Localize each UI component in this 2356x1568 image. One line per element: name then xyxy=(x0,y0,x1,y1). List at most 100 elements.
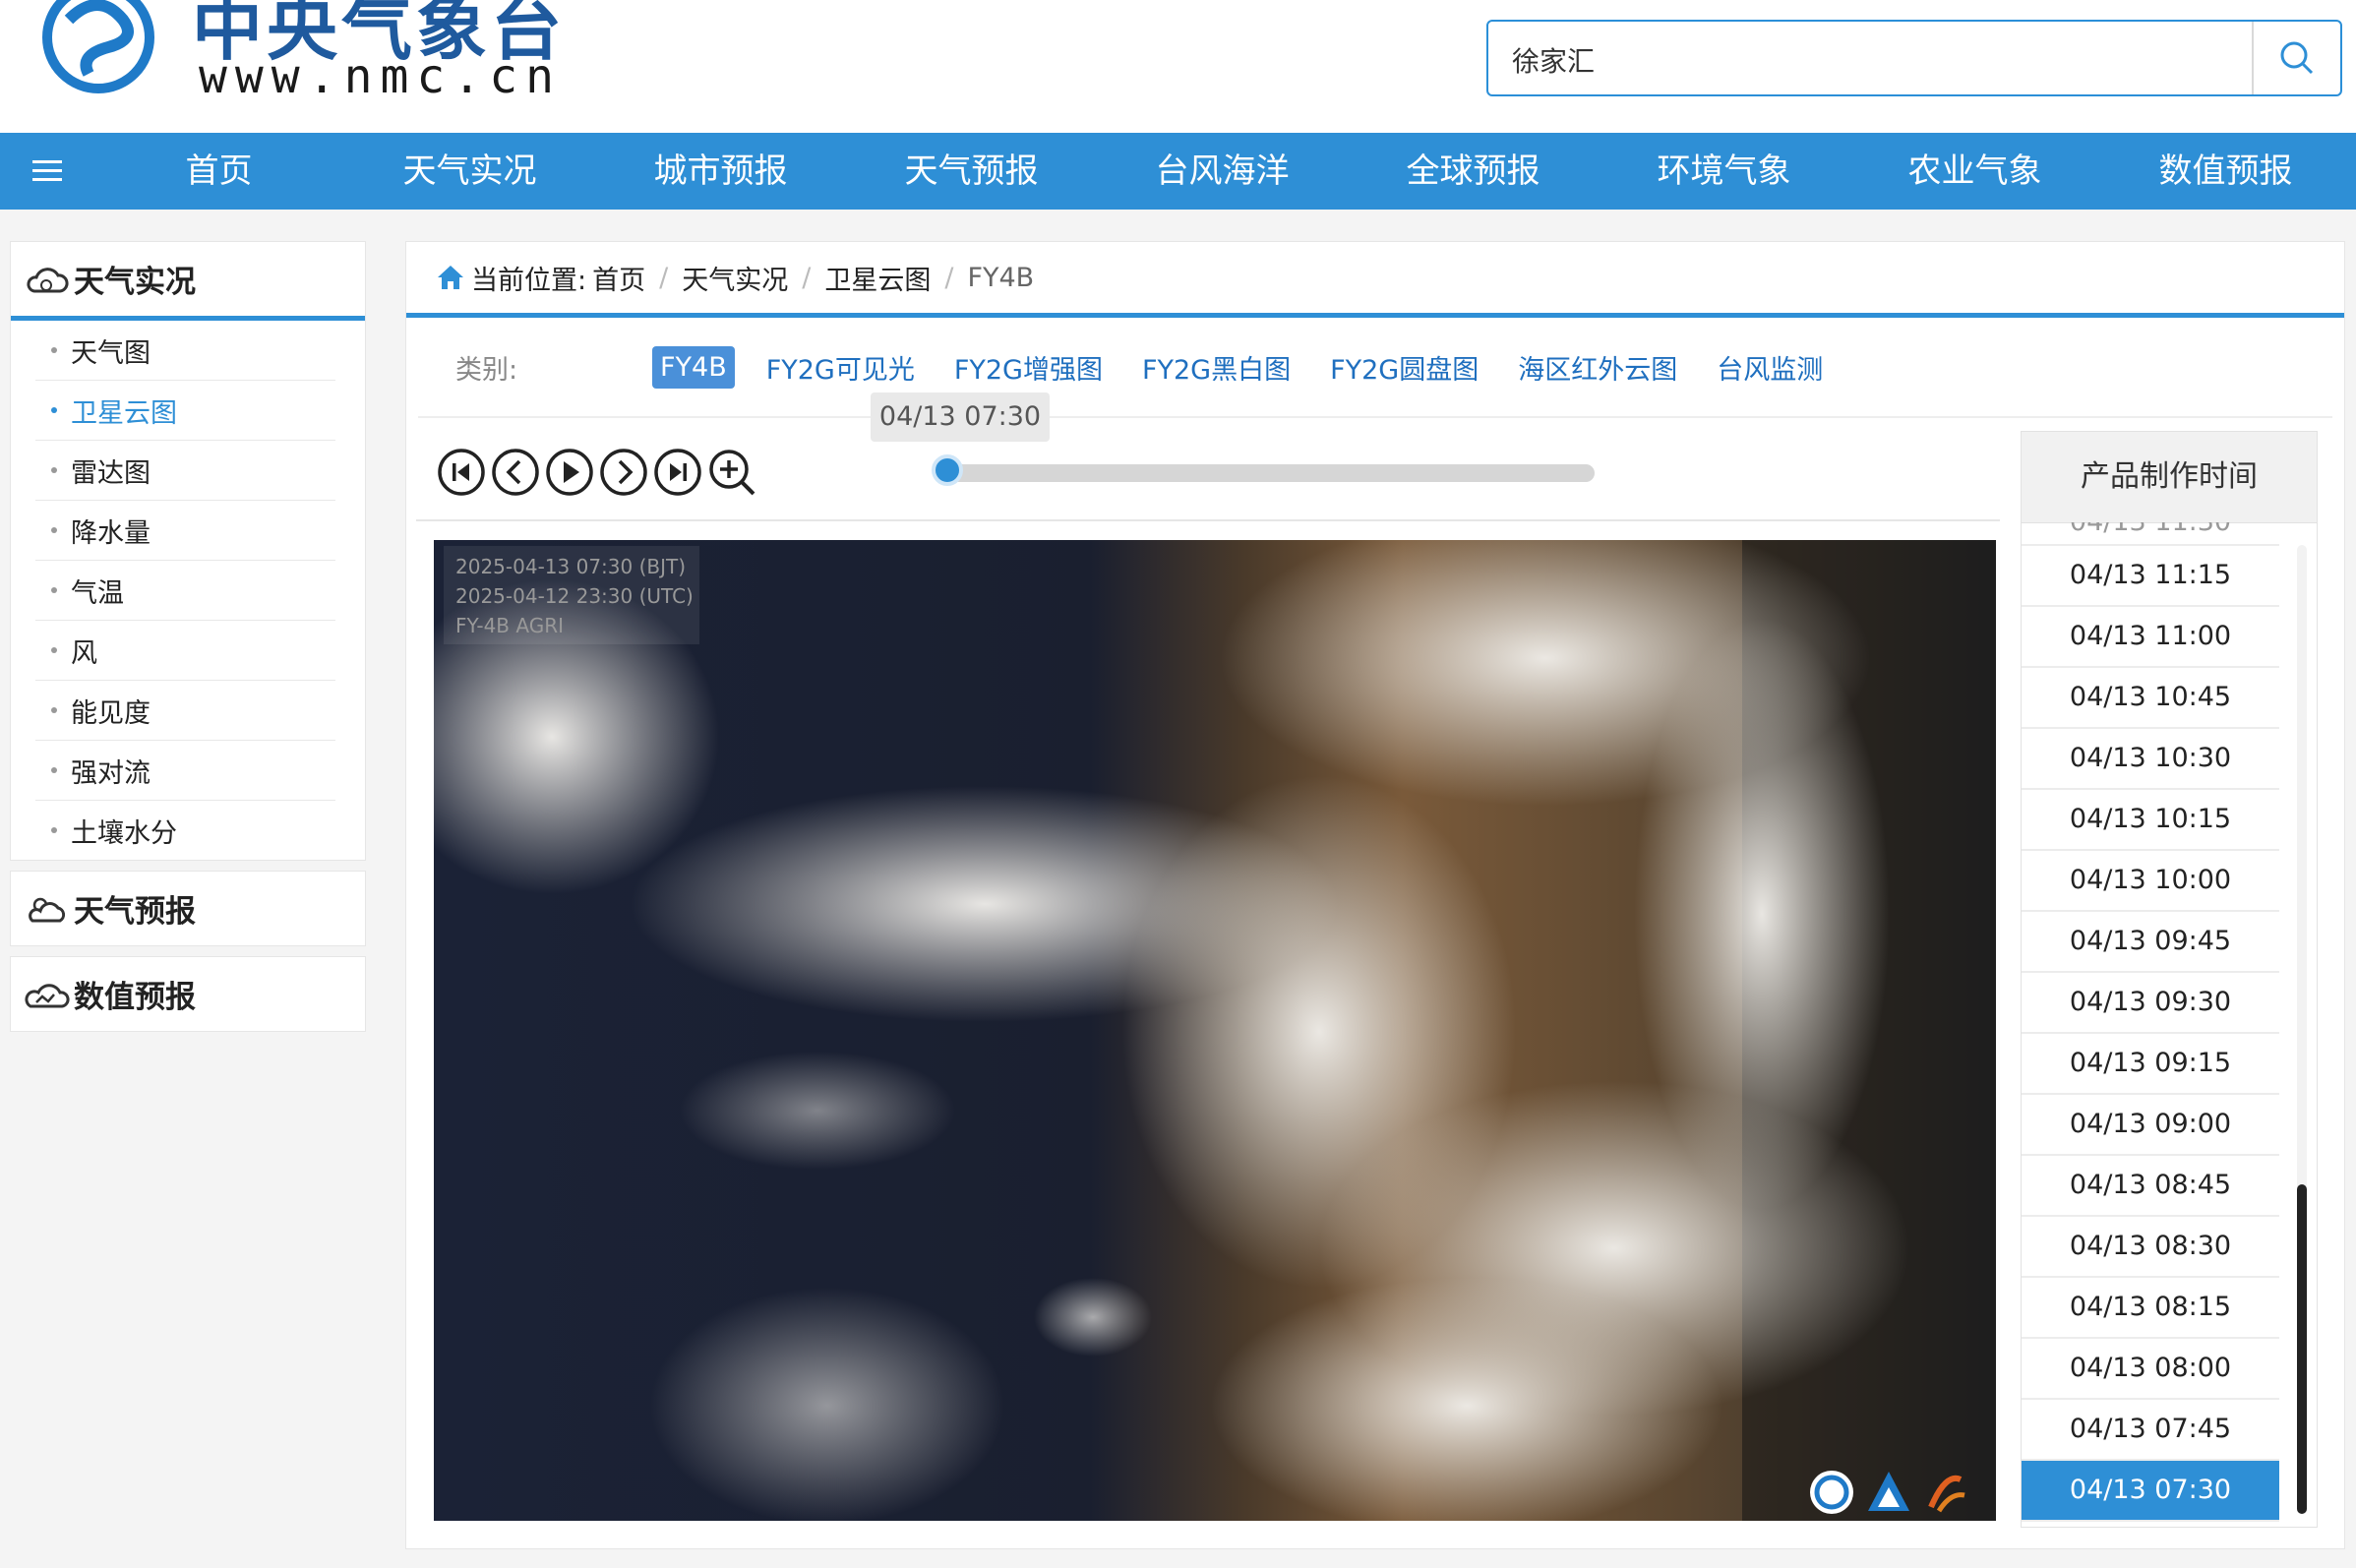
sidebar-section-numeric-header[interactable]: 数值预报 xyxy=(11,957,365,1031)
sidebar-item-convection[interactable]: 强对流 xyxy=(35,741,335,801)
product-time-list: 产品制作时间 04/13 11:30 04/13 11:15 04/13 11:… xyxy=(2021,431,2318,1528)
breadcrumb-separator: / xyxy=(659,262,669,293)
timeline-slider-handle[interactable] xyxy=(932,454,963,486)
bullet-icon xyxy=(51,347,57,353)
category-fy2g-disk[interactable]: FY2G圆盘图 xyxy=(1322,342,1486,392)
time-list-item[interactable]: 04/13 09:15 xyxy=(2022,1034,2279,1095)
nav-home[interactable]: 首页 xyxy=(93,133,344,210)
satellite-cloud-image[interactable] xyxy=(434,540,1996,1521)
image-logos xyxy=(1807,1468,1970,1517)
breadcrumb-home[interactable]: 首页 xyxy=(592,259,645,297)
sidebar-item-soil-moisture[interactable]: 土壤水分 xyxy=(35,801,335,860)
sidebar-section-forecast-header[interactable]: 天气预报 xyxy=(11,872,365,945)
first-frame-icon[interactable] xyxy=(436,447,487,498)
nav-city-forecast[interactable]: 城市预报 xyxy=(595,133,846,210)
search-input[interactable] xyxy=(1510,37,2242,83)
nav-typhoon-ocean[interactable]: 台风海洋 xyxy=(1097,133,1348,210)
sidebar-item-wind[interactable]: 风 xyxy=(35,621,335,681)
image-stamp-source: FY-4B AGRI xyxy=(455,614,564,637)
cma-logo-icon[interactable] xyxy=(30,0,167,98)
search-box xyxy=(1486,20,2342,96)
time-list: 04/13 11:30 04/13 11:15 04/13 11:00 04/1… xyxy=(2022,522,2279,1522)
sidebar-section-numeric[interactable]: 数值预报 xyxy=(10,956,366,1032)
time-list-item[interactable]: 04/13 09:00 xyxy=(2022,1095,2279,1156)
zoom-in-icon[interactable] xyxy=(706,447,757,498)
play-icon[interactable] xyxy=(544,447,595,498)
bullet-icon xyxy=(51,707,57,713)
time-list-item[interactable]: 04/13 11:30 xyxy=(2022,522,2279,546)
sidebar-section-forecast-title: 天气预报 xyxy=(74,894,196,930)
time-list-header: 产品制作时间 xyxy=(2022,432,2317,523)
category-bar: 类别: FY4B FY2G可见光 FY2G增强图 FY2G黑白图 FY2G圆盘图… xyxy=(418,318,2332,418)
prev-frame-icon[interactable] xyxy=(490,447,541,498)
breadcrumb-separator: / xyxy=(802,262,812,293)
time-list-item[interactable]: 04/13 09:45 xyxy=(2022,912,2279,973)
time-list-scrollbar[interactable] xyxy=(2297,545,2307,1514)
sidebar-item-label: 土壤水分 xyxy=(71,817,177,849)
sun-cloud-icon xyxy=(29,897,66,922)
time-list-item[interactable]: 04/13 10:30 xyxy=(2022,729,2279,790)
sidebar-item-visibility[interactable]: 能见度 xyxy=(35,681,335,741)
nav-numeric-forecast[interactable]: 数值预报 xyxy=(2100,133,2351,210)
sidebar-item-label: 降水量 xyxy=(71,517,151,549)
breadcrumb-prefix: 当前位置: xyxy=(471,265,587,296)
sidebar-section-forecast[interactable]: 天气预报 xyxy=(10,871,366,946)
sidebar-item-temperature[interactable]: 气温 xyxy=(35,561,335,621)
player-controls xyxy=(436,447,760,498)
time-list-item[interactable]: 04/13 10:00 xyxy=(2022,851,2279,912)
sidebar-item-label: 风 xyxy=(71,637,97,669)
time-list-item[interactable]: 04/13 08:00 xyxy=(2022,1339,2279,1400)
category-fy4b[interactable]: FY4B xyxy=(652,345,735,389)
bullet-icon xyxy=(51,827,57,833)
sidebar-item-label: 天气图 xyxy=(71,337,151,369)
time-list-item[interactable]: 04/13 07:45 xyxy=(2022,1400,2279,1461)
menu-button[interactable] xyxy=(0,133,93,210)
satellite-center-emblem-icon xyxy=(1868,1472,1909,1511)
cloud-icon xyxy=(27,267,69,292)
breadcrumb-separator: / xyxy=(944,262,954,293)
category-sea-infrared[interactable]: 海区红外云图 xyxy=(1510,342,1685,392)
search-icon xyxy=(2280,41,2314,75)
sidebar-section-live-title: 天气实况 xyxy=(74,265,196,300)
time-list-item[interactable]: 04/13 10:45 xyxy=(2022,668,2279,729)
cma-emblem-icon xyxy=(1810,1471,1853,1514)
sidebar-item-precipitation[interactable]: 降水量 xyxy=(35,501,335,561)
nav-weather-forecast[interactable]: 天气预报 xyxy=(846,133,1097,210)
time-list-item[interactable]: 04/13 08:30 xyxy=(2022,1217,2279,1278)
last-frame-icon[interactable] xyxy=(652,447,703,498)
nav-environment[interactable]: 环境气象 xyxy=(1599,133,1849,210)
bullet-icon xyxy=(51,527,57,533)
cloud-chart-icon xyxy=(25,983,70,1007)
timeline-slider[interactable] xyxy=(932,454,1595,486)
time-list-item[interactable]: 04/13 09:30 xyxy=(2022,973,2279,1034)
sidebar-item-label: 雷达图 xyxy=(71,457,151,489)
time-list-item[interactable]: 04/13 08:45 xyxy=(2022,1156,2279,1217)
breadcrumb-weather-live[interactable]: 天气实况 xyxy=(682,259,788,297)
sidebar-item-weather-chart[interactable]: 天气图 xyxy=(35,321,335,381)
next-frame-icon[interactable] xyxy=(598,447,649,498)
category-label: 类别: xyxy=(455,354,518,386)
sidebar-item-satellite[interactable]: 卫星云图 xyxy=(35,381,335,441)
hamburger-icon xyxy=(31,160,62,181)
time-list-item-selected[interactable]: 04/13 07:30 xyxy=(2022,1461,2279,1522)
time-list-item[interactable]: 04/13 11:00 xyxy=(2022,607,2279,668)
time-list-item[interactable]: 04/13 11:15 xyxy=(2022,546,2279,607)
time-list-item[interactable]: 04/13 08:15 xyxy=(2022,1278,2279,1339)
category-typhoon-monitor[interactable]: 台风监测 xyxy=(1709,342,1831,392)
main-panel: 当前位置: 首页 / 天气实况 / 卫星云图 / FY4B 类别: FY4B F… xyxy=(405,241,2345,1549)
category-fy2g-enhanced[interactable]: FY2G增强图 xyxy=(946,342,1111,392)
sidebar-live-list: 天气图 卫星云图 雷达图 降水量 气温 风 能见度 强对流 土壤水分 xyxy=(11,321,365,860)
main-nav: 首页 天气实况 城市预报 天气预报 台风海洋 全球预报 环境气象 农业气象 数值… xyxy=(0,133,2356,210)
bullet-icon xyxy=(51,467,57,473)
sidebar-item-radar[interactable]: 雷达图 xyxy=(35,441,335,501)
time-list-scrollbar-thumb[interactable] xyxy=(2297,1184,2307,1514)
category-fy2g-visible[interactable]: FY2G可见光 xyxy=(758,342,923,392)
search-button[interactable] xyxy=(2252,22,2340,94)
sidebar-section-live-header[interactable]: 天气实况 xyxy=(11,242,365,321)
time-list-item[interactable]: 04/13 10:15 xyxy=(2022,790,2279,851)
nav-weather-live[interactable]: 天气实况 xyxy=(344,133,595,210)
category-fy2g-bw[interactable]: FY2G黑白图 xyxy=(1134,342,1299,392)
breadcrumb-satellite[interactable]: 卫星云图 xyxy=(824,259,931,297)
nav-agriculture[interactable]: 农业气象 xyxy=(1849,133,2100,210)
nav-global-forecast[interactable]: 全球预报 xyxy=(1348,133,1599,210)
